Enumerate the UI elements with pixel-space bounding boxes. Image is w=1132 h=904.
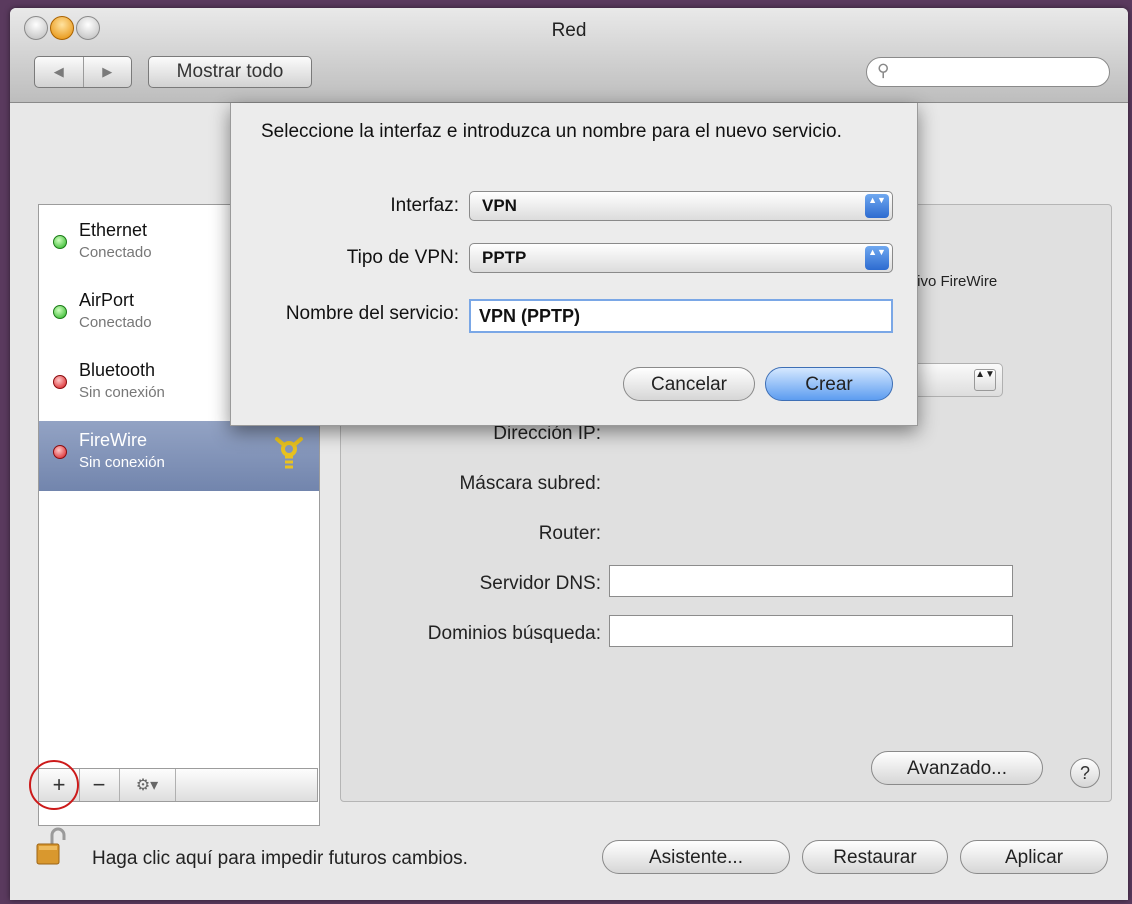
assistant-button[interactable]: Asistente... bbox=[602, 840, 790, 874]
service-name-input[interactable]: VPN (PPTP) bbox=[469, 299, 893, 333]
ip-address-label: Dirección IP: bbox=[493, 423, 601, 444]
back-button[interactable]: ◀ bbox=[35, 57, 83, 87]
remove-service-button[interactable]: − bbox=[79, 769, 120, 801]
popup-arrows-icon: ▲▼ bbox=[974, 369, 996, 391]
apply-button[interactable]: Aplicar bbox=[960, 840, 1108, 874]
service-name: Bluetooth bbox=[79, 360, 156, 380]
cancel-button[interactable]: Cancelar bbox=[623, 367, 755, 401]
interface-popup[interactable]: VPN ▲▼ bbox=[469, 191, 893, 221]
network-preferences-window: Red ◀ ▶ Mostrar todo ⚲ Ethernet Conectad… bbox=[10, 8, 1128, 900]
lock-message: Haga clic aquí para impedir futuros camb… bbox=[92, 848, 468, 869]
service-name: AirPort bbox=[79, 290, 135, 310]
dns-server-field[interactable] bbox=[609, 565, 1013, 597]
service-name: FireWire bbox=[79, 430, 147, 450]
status-description: tivo FireWire bbox=[913, 273, 998, 290]
service-status: Conectado bbox=[79, 244, 152, 261]
popup-arrows-icon: ▲▼ bbox=[865, 246, 889, 270]
vpn-type-value: PPTP bbox=[482, 248, 527, 267]
interface-value: VPN bbox=[482, 196, 517, 215]
annotation-circle bbox=[29, 760, 79, 810]
service-status: Sin conexión bbox=[79, 384, 165, 401]
show-all-button[interactable]: Mostrar todo bbox=[148, 56, 312, 88]
search-input[interactable] bbox=[899, 62, 1103, 81]
advanced-button[interactable]: Avanzado... bbox=[871, 751, 1043, 785]
search-domains-field[interactable] bbox=[609, 615, 1013, 647]
disconnected-status-icon bbox=[53, 445, 67, 459]
service-item-firewire[interactable]: FireWire Sin conexión bbox=[39, 421, 319, 491]
connected-status-icon bbox=[53, 235, 67, 249]
vpn-type-popup[interactable]: PPTP ▲▼ bbox=[469, 243, 893, 273]
connected-status-icon bbox=[53, 305, 67, 319]
popup-arrows-icon: ▲▼ bbox=[865, 194, 889, 218]
create-button[interactable]: Crear bbox=[765, 367, 893, 401]
title-bar: Red ◀ ▶ Mostrar todo ⚲ bbox=[10, 8, 1128, 103]
service-list-toolbar: + − ⚙▾ bbox=[38, 768, 318, 802]
back-forward-control: ◀ ▶ bbox=[34, 56, 132, 88]
firewire-icon bbox=[275, 437, 303, 469]
search-field[interactable]: ⚲ bbox=[866, 57, 1110, 87]
interface-label: Interfaz: bbox=[390, 195, 459, 216]
window-title: Red bbox=[551, 20, 587, 41]
service-status: Conectado bbox=[79, 314, 152, 331]
new-service-sheet: Seleccione la interfaz e introduzca un n… bbox=[230, 103, 918, 426]
disconnected-status-icon bbox=[53, 375, 67, 389]
help-button[interactable]: ? bbox=[1070, 758, 1100, 788]
vpn-type-label: Tipo de VPN: bbox=[346, 247, 459, 268]
action-menu-button[interactable]: ⚙▾ bbox=[119, 769, 176, 801]
revert-button[interactable]: Restaurar bbox=[802, 840, 948, 874]
magnifier-icon: ⚲ bbox=[877, 61, 890, 80]
unlocked-padlock-icon[interactable] bbox=[36, 826, 68, 866]
dns-server-label: Servidor DNS: bbox=[479, 573, 601, 594]
service-name: Ethernet bbox=[79, 220, 148, 240]
subnet-mask-label: Máscara subred: bbox=[459, 473, 601, 494]
sheet-message: Seleccione la interfaz e introduzca un n… bbox=[261, 121, 842, 142]
router-label: Router: bbox=[538, 523, 601, 544]
service-name-label: Nombre del servicio: bbox=[285, 303, 459, 324]
forward-button[interactable]: ▶ bbox=[82, 57, 132, 87]
search-domains-label: Dominios búsqueda: bbox=[427, 623, 601, 644]
service-status: Sin conexión bbox=[79, 454, 165, 471]
